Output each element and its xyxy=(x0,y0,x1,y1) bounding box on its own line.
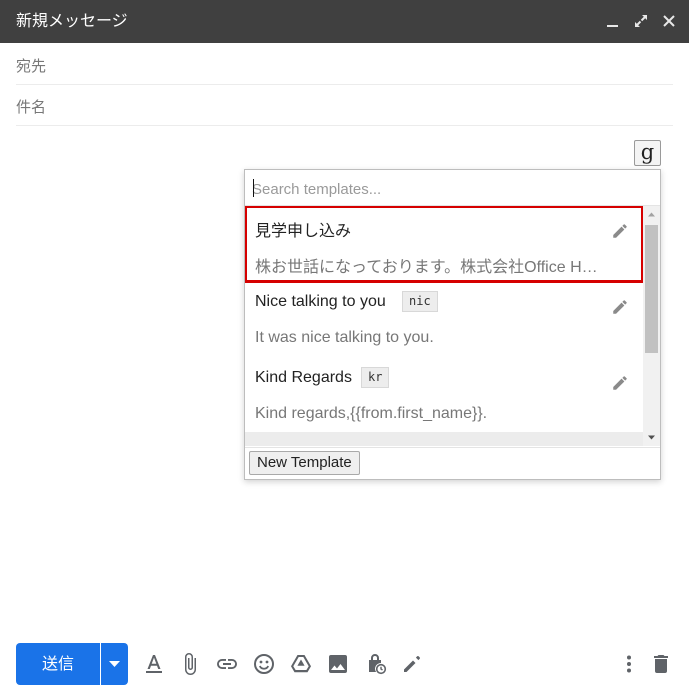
send-options-button[interactable] xyxy=(101,643,128,685)
to-label: 宛先 xyxy=(16,57,47,75)
drive-icon[interactable] xyxy=(289,652,313,676)
template-name: Kind Regards xyxy=(255,369,352,386)
footer-divider xyxy=(245,447,660,448)
caret-down-icon xyxy=(109,661,120,667)
emoji-icon[interactable] xyxy=(252,652,276,676)
close-icon[interactable] xyxy=(660,12,678,30)
scroll-thumb[interactable] xyxy=(645,225,658,353)
template-preview: 株お世話になっております。株式会社Office Ha… xyxy=(255,259,605,276)
template-shortcut-badge: kr xyxy=(361,367,390,388)
minimize-icon[interactable] xyxy=(604,12,622,30)
subject-field[interactable]: 件名 xyxy=(16,85,673,126)
compose-title-bar[interactable]: 新規メッセージ xyxy=(0,0,689,43)
scroll-down-arrow-icon[interactable] xyxy=(643,429,660,446)
template-item-kengaku[interactable]: 見学申し込み 株お世話になっております。株式会社Office Ha… xyxy=(245,206,643,283)
compose-toolbar: 送信 xyxy=(0,640,689,688)
templates-popup: 見学申し込み 株お世話になっております。株式会社Office Ha… Nice … xyxy=(244,169,661,480)
edit-pencil-icon[interactable] xyxy=(611,374,629,392)
scroll-up-arrow-icon[interactable] xyxy=(643,206,660,223)
edit-pencil-icon[interactable] xyxy=(611,298,629,316)
template-item-kind-regards[interactable]: Kind Regards kr Kind regards,{{from.firs… xyxy=(245,358,643,434)
link-icon[interactable] xyxy=(215,652,239,676)
send-button[interactable]: 送信 xyxy=(16,643,100,685)
delete-icon[interactable] xyxy=(649,652,673,676)
template-item-nice-talking[interactable]: Nice talking to you nic It was nice talk… xyxy=(245,282,643,358)
to-field[interactable]: 宛先 xyxy=(16,44,673,85)
edit-pencil-icon[interactable] xyxy=(611,222,629,240)
template-name: 見学申し込み xyxy=(255,223,352,240)
text-format-icon[interactable] xyxy=(142,652,166,676)
new-template-button[interactable]: New Template xyxy=(249,451,360,475)
subject-label: 件名 xyxy=(16,98,47,116)
template-search-input[interactable] xyxy=(252,178,652,200)
template-extension-button[interactable]: g xyxy=(634,140,661,166)
signature-icon[interactable] xyxy=(400,652,424,676)
template-preview: Kind regards,{{from.first_name}}. xyxy=(255,405,488,422)
template-list: 見学申し込み 株お世話になっております。株式会社Office Ha… Nice … xyxy=(245,206,643,446)
template-preview: It was nice talking to you. xyxy=(255,329,434,346)
expand-icon[interactable] xyxy=(632,12,650,30)
template-item-partial[interactable] xyxy=(245,432,643,446)
template-list-scrollbar[interactable] xyxy=(643,206,660,446)
window-title: 新規メッセージ xyxy=(16,11,128,30)
image-icon[interactable] xyxy=(326,652,350,676)
attach-icon[interactable] xyxy=(178,652,202,676)
template-shortcut-badge: nic xyxy=(402,291,438,312)
confidential-icon[interactable] xyxy=(363,652,387,676)
more-options-icon[interactable] xyxy=(617,652,641,676)
text-caret xyxy=(253,179,254,197)
template-name: Nice talking to you xyxy=(255,293,386,310)
